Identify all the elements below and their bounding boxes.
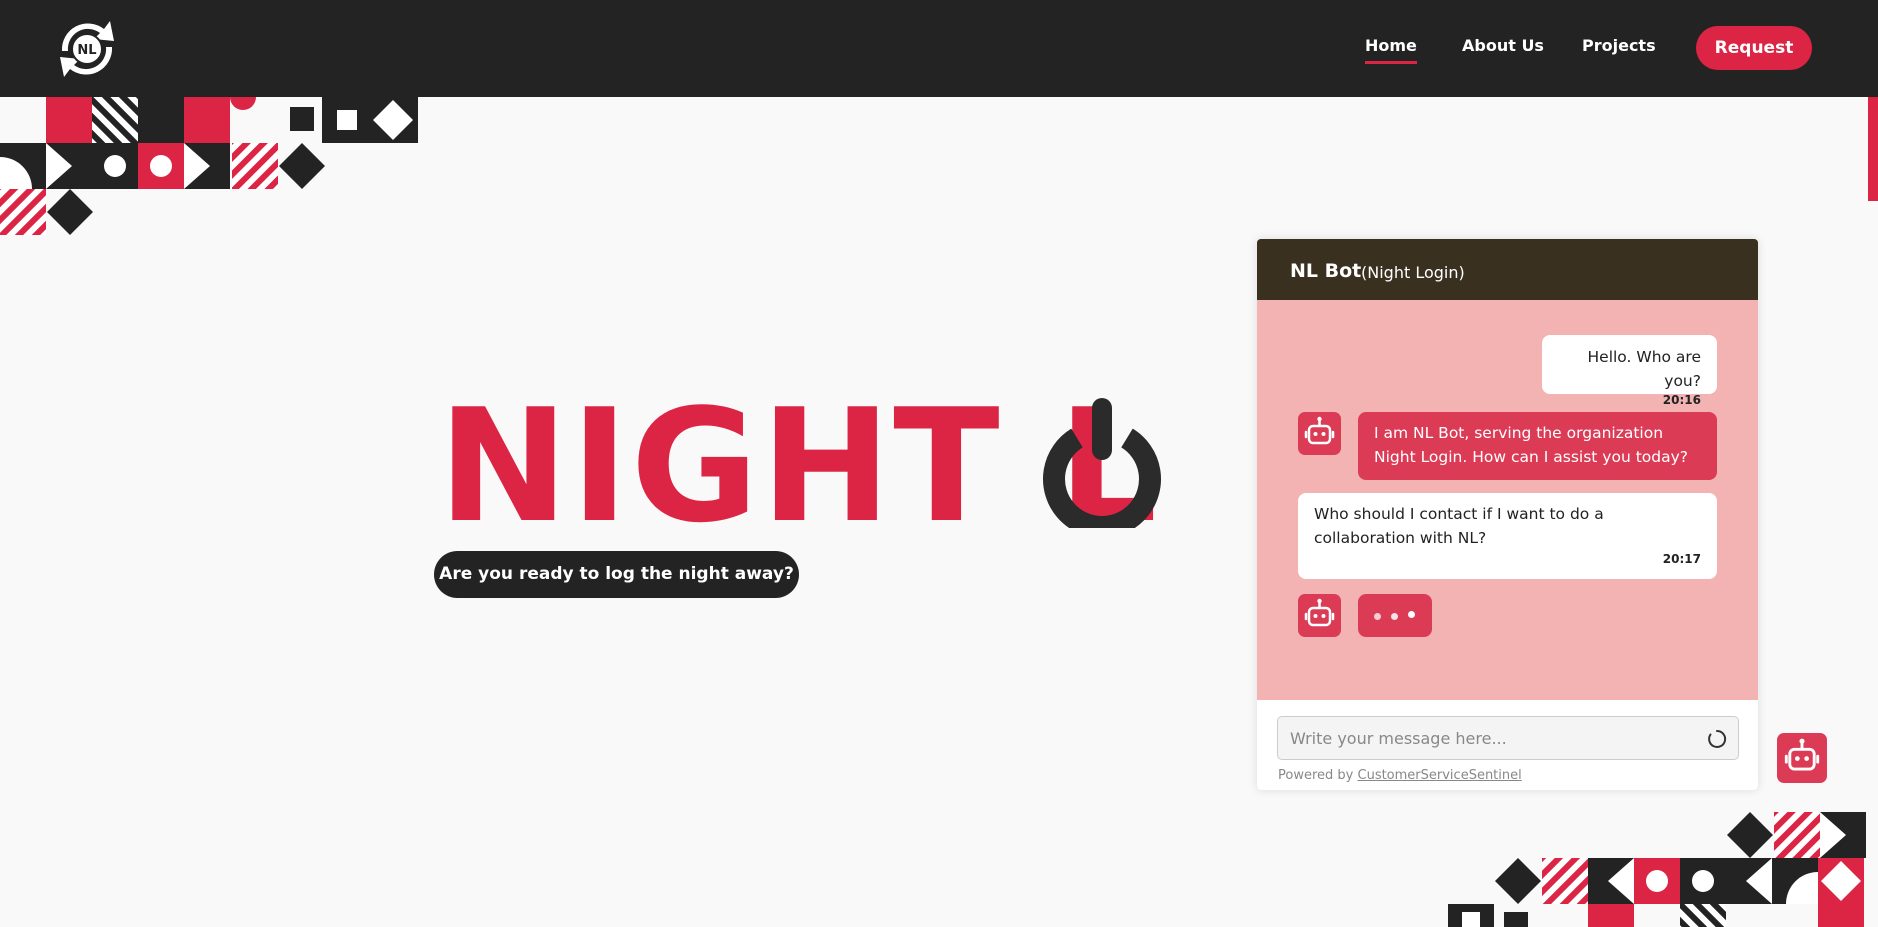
robot-icon (1784, 738, 1820, 771)
chat-header: NL Bot (Night Login) (1257, 239, 1758, 300)
typing-dot (1391, 613, 1398, 620)
chat-title: NL Bot (1290, 260, 1362, 282)
chat-launcher-button[interactable] (1777, 733, 1827, 783)
hero-title: NIGHT LG (438, 388, 1258, 538)
bot-avatar (1298, 594, 1341, 637)
bot-avatar (1298, 412, 1341, 455)
robot-icon (1304, 416, 1335, 445)
nav-about-us[interactable]: About Us (1462, 36, 1544, 55)
typing-dot (1408, 611, 1415, 618)
logo-text: NL (77, 43, 96, 58)
powered-by-prefix: Powered by (1278, 768, 1354, 783)
nl-logo[interactable]: NL (52, 17, 122, 81)
power-icon (1043, 398, 1161, 528)
bot-message: I am NL Bot, serving the organization Ni… (1358, 412, 1717, 480)
user-message: Who should I contact if I want to do a c… (1298, 493, 1717, 579)
request-button[interactable]: Request (1696, 26, 1812, 70)
robot-icon (1304, 598, 1335, 627)
powered-by: Powered by CustomerServiceSentinel (1278, 768, 1522, 783)
loading-spinner-icon[interactable] (1706, 728, 1728, 750)
message-text: Who should I contact if I want to do a c… (1314, 505, 1604, 547)
geometric-pattern-top-left (0, 97, 418, 235)
chat-subtitle: (Night Login) (1361, 263, 1465, 282)
message-time: 20:17 (1662, 552, 1701, 566)
message-text: Hello. Who are you? (1587, 348, 1702, 390)
nav-projects[interactable]: Projects (1582, 36, 1656, 55)
typing-indicator (1358, 594, 1432, 637)
chat-footer: Powered by CustomerServiceSentinel (1257, 700, 1758, 790)
powered-by-link[interactable]: CustomerServiceSentinel (1358, 768, 1522, 783)
nav-home[interactable]: Home (1365, 36, 1417, 64)
hero-tagline: Are you ready to log the night away? (434, 551, 799, 598)
geometric-pattern-bottom-right (1448, 812, 1866, 927)
chat-widget: NL Bot (Night Login) Hello. Who are you?… (1257, 239, 1758, 790)
top-navbar: NL Home About Us Projects Request (0, 0, 1878, 97)
chat-message-input[interactable] (1277, 716, 1739, 760)
message-time: 20:16 (1662, 393, 1701, 407)
page-scrollbar-thumb[interactable] (1868, 97, 1878, 201)
message-text: I am NL Bot, serving the organization Ni… (1374, 424, 1688, 466)
typing-dot (1374, 613, 1381, 620)
user-message: Hello. Who are you? 20:16 (1542, 335, 1717, 407)
